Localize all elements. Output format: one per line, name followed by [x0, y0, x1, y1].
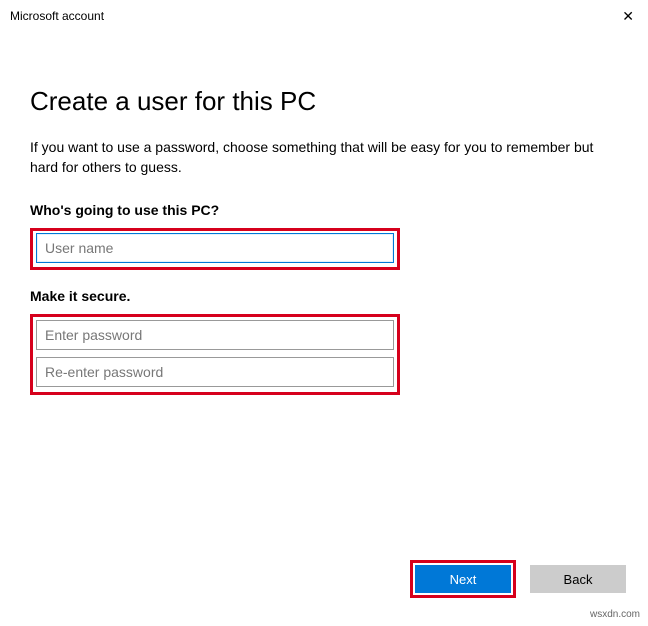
back-button[interactable]: Back — [530, 565, 626, 593]
username-section-label: Who's going to use this PC? — [30, 202, 618, 218]
reenter-password-input[interactable] — [36, 357, 394, 387]
next-button-highlight: Next — [410, 560, 516, 598]
content-area: Create a user for this PC If you want to… — [0, 32, 648, 395]
page-title: Create a user for this PC — [30, 86, 618, 117]
title-bar: Microsoft account ✕ — [0, 0, 648, 32]
next-button[interactable]: Next — [415, 565, 511, 593]
watermark: wsxdn.com — [590, 609, 640, 620]
username-input[interactable] — [36, 233, 394, 263]
username-highlight — [30, 228, 400, 270]
password-highlight — [30, 314, 400, 395]
footer-buttons: Next Back — [410, 560, 626, 598]
close-icon[interactable]: ✕ — [602, 8, 636, 25]
window-title: Microsoft account — [10, 9, 104, 23]
page-description: If you want to use a password, choose so… — [30, 137, 618, 178]
secure-section-label: Make it secure. — [30, 288, 618, 304]
password-input[interactable] — [36, 320, 394, 350]
